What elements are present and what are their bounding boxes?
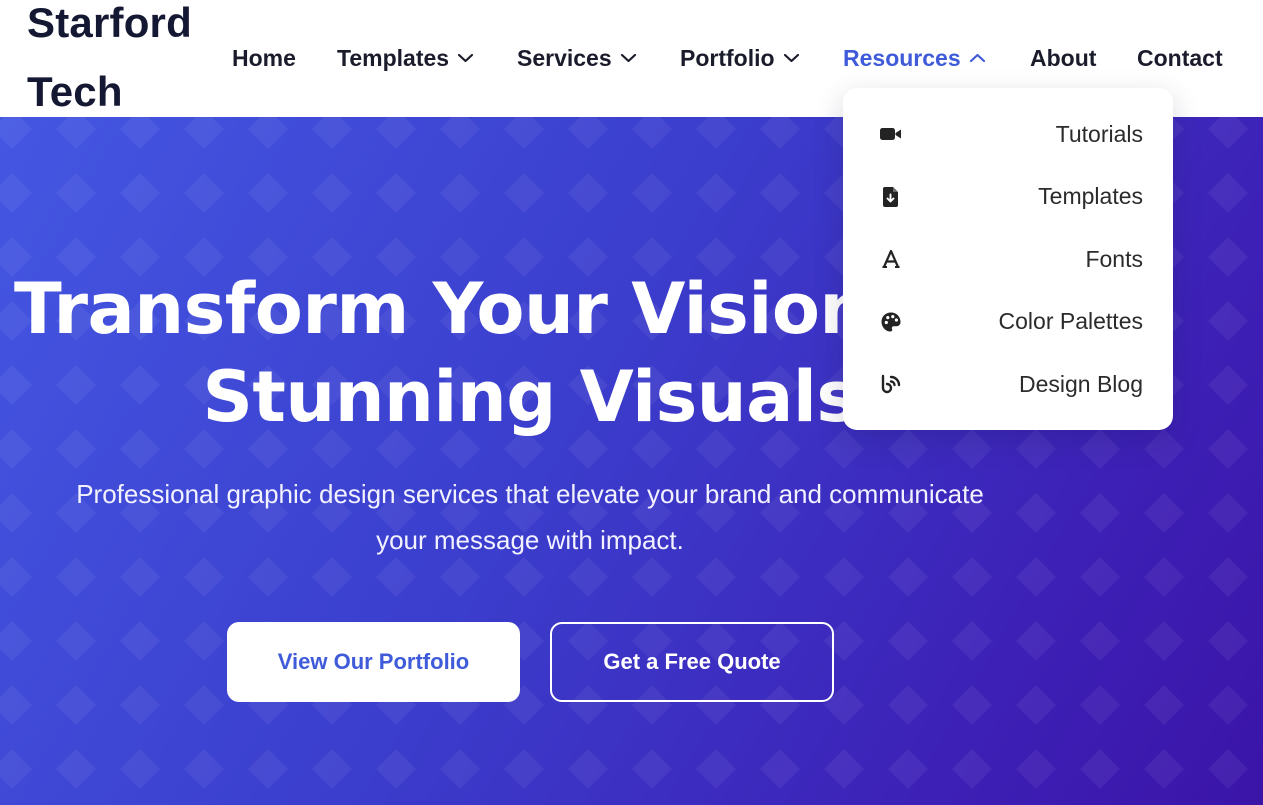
font-icon (879, 247, 903, 271)
nav-services-label: Services (517, 44, 612, 71)
nav-contact[interactable]: Contact (1137, 38, 1223, 78)
dropdown-item-label: Fonts (1085, 245, 1143, 272)
file-download-icon (879, 185, 903, 209)
nav-about[interactable]: About (1030, 38, 1096, 78)
get-free-quote-button[interactable]: Get a Free Quote (550, 622, 834, 702)
dropdown-item-label: Design Blog (1018, 370, 1143, 397)
dropdown-item-tutorials[interactable]: Tutorials (843, 103, 1173, 166)
resources-dropdown-menu: Tutorials Templates Fonts Color Palettes… (843, 88, 1173, 430)
nav-resources[interactable]: Resources (843, 38, 986, 78)
nav-resources-label: Resources (843, 44, 961, 71)
nav-portfolio-label: Portfolio (680, 44, 775, 71)
dropdown-item-design-blog[interactable]: Design Blog (843, 353, 1173, 416)
main-nav: Home Templates Services Portfolio Resour… (0, 38, 1263, 78)
chevron-down-icon (457, 52, 474, 64)
view-portfolio-button[interactable]: View Our Portfolio (227, 622, 520, 702)
hero-subtitle-line-1: Professional graphic design services tha… (76, 479, 984, 509)
dropdown-item-color-palettes[interactable]: Color Palettes (843, 291, 1173, 354)
nav-home[interactable]: Home (232, 38, 296, 78)
nav-portfolio[interactable]: Portfolio (680, 38, 800, 78)
hero-subtitle: Professional graphic design services tha… (0, 471, 1060, 563)
video-camera-icon (879, 122, 903, 146)
blog-icon (879, 372, 903, 396)
chevron-down-icon (783, 52, 800, 64)
dropdown-item-label: Color Palettes (998, 308, 1143, 335)
nav-about-label: About (1030, 44, 1097, 71)
nav-templates[interactable]: Templates (337, 38, 474, 78)
dropdown-item-fonts[interactable]: Fonts (843, 228, 1173, 291)
nav-templates-label: Templates (337, 44, 450, 71)
nav-services[interactable]: Services (517, 38, 637, 78)
chevron-down-icon (620, 52, 637, 64)
hero-title-line-2: Stunning Visuals (202, 356, 858, 438)
chevron-up-icon (969, 52, 986, 64)
nav-contact-label: Contact (1137, 44, 1223, 71)
palette-icon (879, 310, 903, 334)
dropdown-item-templates[interactable]: Templates (843, 166, 1173, 229)
dropdown-item-label: Tutorials (1055, 120, 1143, 147)
hero-subtitle-line-2: your message with impact. (376, 525, 684, 555)
dropdown-item-label: Templates (1038, 183, 1143, 210)
nav-home-label: Home (232, 44, 296, 71)
